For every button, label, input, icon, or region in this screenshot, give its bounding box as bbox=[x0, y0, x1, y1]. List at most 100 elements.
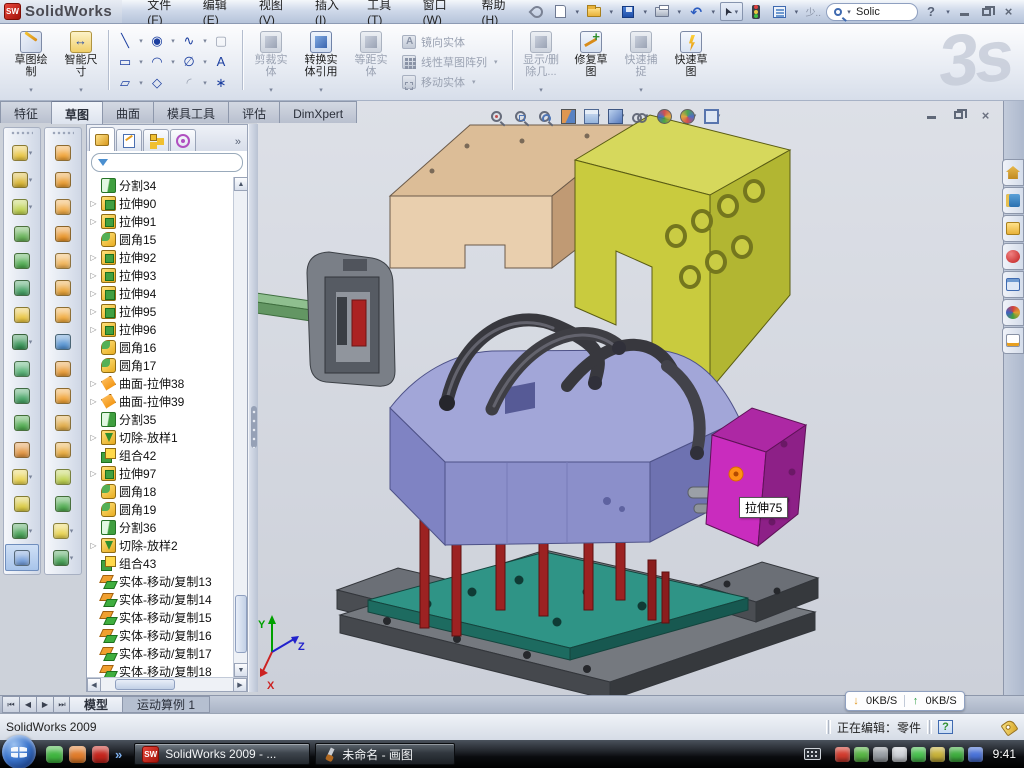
dome-button[interactable] bbox=[46, 490, 80, 517]
expand-arrow[interactable]: ▷ bbox=[89, 217, 98, 226]
save-icon[interactable] bbox=[618, 3, 638, 21]
dropdown-caret[interactable]: ▾ bbox=[171, 37, 175, 45]
scroll-right-arrow[interactable]: ▶ bbox=[233, 678, 247, 692]
lofted-boss-button[interactable] bbox=[5, 220, 39, 247]
messenger-tray-icon[interactable] bbox=[911, 747, 926, 762]
swept-surface-button[interactable] bbox=[46, 193, 80, 220]
save-caret[interactable]: ▾ bbox=[641, 8, 649, 16]
antivirus-shield-icon[interactable] bbox=[835, 747, 850, 762]
filled-surface-button[interactable] bbox=[46, 274, 80, 301]
tree-item[interactable]: 实体-移动/复制13 bbox=[89, 572, 247, 590]
flex-button[interactable]: ▾ bbox=[46, 544, 80, 571]
freeform-button[interactable]: ▾ bbox=[46, 517, 80, 544]
dropdown-caret[interactable]: ▾ bbox=[269, 86, 273, 94]
tab-DimXpert[interactable]: DimXpert bbox=[279, 101, 357, 123]
print-icon[interactable] bbox=[652, 3, 672, 21]
dropdown-caret[interactable]: ▾ bbox=[29, 86, 33, 94]
expand-arrow[interactable]: ▷ bbox=[89, 541, 98, 550]
dropdown-caret[interactable]: ▾ bbox=[171, 58, 175, 66]
hide-show-items-button[interactable]: ▾ bbox=[629, 106, 651, 126]
extend-surface-button[interactable] bbox=[46, 436, 80, 463]
tree-item[interactable]: ▷曲面-拉伸38 bbox=[89, 374, 247, 392]
slot-icon[interactable]: ▱ bbox=[120, 76, 130, 89]
new-document-icon[interactable] bbox=[550, 3, 570, 21]
tree-item[interactable]: 实体-移动/复制16 bbox=[89, 626, 247, 644]
expand-arrow[interactable]: ▷ bbox=[89, 397, 98, 406]
display-style-button[interactable]: ▾ bbox=[605, 106, 627, 126]
tree-item[interactable]: ▷拉伸92 bbox=[89, 248, 247, 266]
custom-properties-tab[interactable] bbox=[1002, 327, 1024, 354]
tree-item[interactable]: ▷拉伸91 bbox=[89, 212, 247, 230]
search-input[interactable]: ▾ Solic bbox=[826, 3, 918, 21]
sketch-text-icon[interactable]: A bbox=[217, 55, 226, 68]
dropdown-caret[interactable]: ▾ bbox=[79, 86, 83, 94]
menu-item-5[interactable]: 窗口(W) bbox=[412, 0, 471, 23]
section-view-button[interactable] bbox=[557, 106, 579, 126]
combine-button[interactable] bbox=[5, 409, 39, 436]
solidworks-quicklaunch-icon[interactable] bbox=[92, 746, 109, 763]
shell-button[interactable] bbox=[5, 247, 39, 274]
sketch-pencil-button[interactable]: 草图绘 制▾ bbox=[6, 28, 56, 94]
tree-item[interactable]: ▷拉伸90 bbox=[89, 194, 247, 212]
dropdown-caret[interactable]: ▾ bbox=[639, 86, 643, 94]
dropdown-caret[interactable]: ▾ bbox=[139, 79, 143, 87]
apply-scene-button[interactable]: ▾ bbox=[677, 106, 699, 126]
instant3d-button[interactable] bbox=[5, 544, 39, 571]
network-speed-widget[interactable]: ↓ 0KB/S ↑ 0KB/S bbox=[845, 691, 965, 711]
dropdown-caret[interactable]: ▾ bbox=[29, 527, 33, 535]
scroll-thumb[interactable] bbox=[115, 679, 175, 690]
tree-item[interactable]: ▷拉伸94 bbox=[89, 284, 247, 302]
expand-arrow[interactable]: ▷ bbox=[89, 289, 98, 298]
solidworks-resources-tab[interactable] bbox=[1002, 159, 1024, 186]
panel-chevron[interactable]: » bbox=[235, 136, 245, 151]
expand-arrow[interactable]: ▷ bbox=[89, 307, 98, 316]
tree-item[interactable]: ▷切除-放样1 bbox=[89, 428, 247, 446]
scroll-up-arrow[interactable]: ▲ bbox=[234, 177, 248, 191]
extruded-boss-button[interactable]: ▾ bbox=[5, 139, 39, 166]
surface-fillet-button[interactable] bbox=[46, 463, 80, 490]
untrim-surface-button[interactable] bbox=[46, 409, 80, 436]
expand-arrow[interactable]: ▷ bbox=[89, 379, 98, 388]
input-method-icon[interactable] bbox=[804, 748, 821, 760]
update-gear-icon[interactable] bbox=[873, 747, 888, 762]
security-shield-icon[interactable] bbox=[854, 747, 869, 762]
arc-icon[interactable]: ◠ bbox=[151, 55, 162, 68]
graphics-viewport[interactable]: Y Z X ▾▾▾▾▾ × 拉伸75 bbox=[257, 101, 1003, 695]
curve-button[interactable] bbox=[5, 490, 39, 517]
toolbar-grip[interactable] bbox=[52, 131, 74, 136]
tree-item[interactable]: ▷切除-放样2 bbox=[89, 536, 247, 554]
tag-icon[interactable] bbox=[1000, 718, 1018, 736]
sync-pair-icon[interactable] bbox=[968, 747, 983, 762]
tab-nav-0[interactable]: ⏮ bbox=[2, 696, 19, 713]
doc-restore-button[interactable] bbox=[949, 107, 968, 123]
menu-item-6[interactable]: 帮助(H) bbox=[471, 0, 528, 23]
helix-button[interactable]: ▾ bbox=[5, 517, 39, 544]
tree-item[interactable]: 圆角16 bbox=[89, 338, 247, 356]
menu-item-2[interactable]: 视图(V) bbox=[248, 0, 304, 23]
scroll-down-arrow[interactable]: ▼ bbox=[234, 663, 248, 677]
dropdown-caret[interactable]: ▾ bbox=[70, 527, 74, 535]
move-copy-body-button[interactable] bbox=[5, 436, 39, 463]
convert-entities-button[interactable]: 转换实 体引用▾ bbox=[296, 28, 346, 94]
scroll-thumb[interactable] bbox=[235, 595, 247, 653]
dropdown-caret[interactable]: ▾ bbox=[139, 58, 143, 66]
edit-appearance-button[interactable] bbox=[653, 106, 675, 126]
splitter-handle[interactable] bbox=[251, 406, 257, 448]
tab-nav-1[interactable]: ◀ bbox=[19, 696, 36, 713]
taskbar-window-0[interactable]: SWSolidWorks 2009 - ... bbox=[134, 743, 310, 765]
mirror-button[interactable] bbox=[5, 382, 39, 409]
open-caret[interactable]: ▾ bbox=[607, 8, 615, 16]
rotate-view-button[interactable] bbox=[533, 106, 555, 126]
tab-模具工具[interactable]: 模具工具 bbox=[153, 101, 229, 123]
tree-item[interactable]: 分割36 bbox=[89, 518, 247, 536]
lofted-surface-button[interactable] bbox=[46, 220, 80, 247]
menu-item-0[interactable]: 文件(F) bbox=[136, 0, 192, 23]
dropdown-caret[interactable]: ▾ bbox=[29, 338, 33, 346]
draft-button[interactable] bbox=[5, 274, 39, 301]
guard-plus-icon[interactable] bbox=[949, 747, 964, 762]
search-caret[interactable]: ▾ bbox=[845, 8, 853, 16]
tree-item[interactable]: ▷拉伸97 bbox=[89, 464, 247, 482]
revolved-surface-button[interactable] bbox=[46, 166, 80, 193]
model-tab-1[interactable]: 运动算例 1 bbox=[122, 696, 210, 713]
view-settings-button[interactable]: ▾ bbox=[701, 106, 723, 126]
